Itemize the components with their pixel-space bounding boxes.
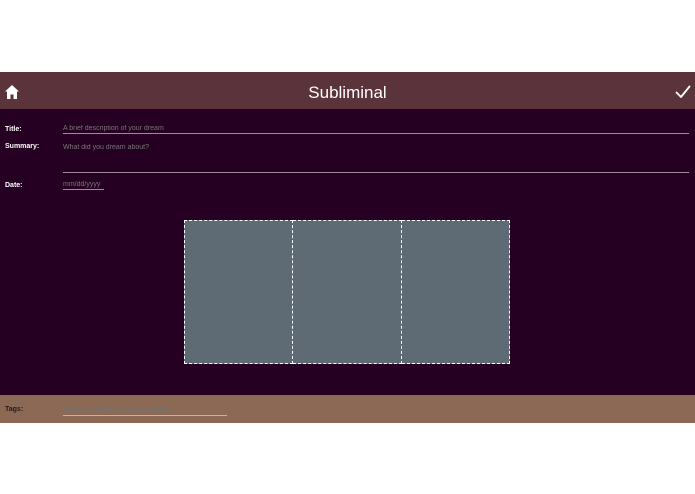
check-icon[interactable] <box>675 85 691 99</box>
media-gallery <box>184 220 510 364</box>
tags-bar: Tags: <box>0 395 695 423</box>
tags-label: Tags: <box>5 406 24 413</box>
summary-underline <box>63 172 689 173</box>
title-label: Title: <box>5 126 22 133</box>
title-underline <box>63 133 689 134</box>
tags-underline <box>63 415 227 416</box>
entry-form: Title: Summary: Date: <box>0 109 695 395</box>
media-slot-3[interactable] <box>401 220 510 364</box>
date-underline <box>63 189 104 190</box>
summary-label: Summary: <box>5 143 40 150</box>
app-header: Subliminal <box>0 72 695 109</box>
date-label: Date: <box>5 182 23 189</box>
date-input[interactable] <box>63 181 105 188</box>
media-slot-1[interactable] <box>184 220 294 364</box>
summary-input[interactable] <box>63 144 689 151</box>
title-input[interactable] <box>63 125 689 132</box>
page-title: Subliminal <box>308 83 387 102</box>
media-slot-2[interactable] <box>293 220 402 364</box>
dream-entry-app: Subliminal Title: Summary: Date: Tags: <box>0 72 695 423</box>
tags-input[interactable] <box>63 406 227 413</box>
